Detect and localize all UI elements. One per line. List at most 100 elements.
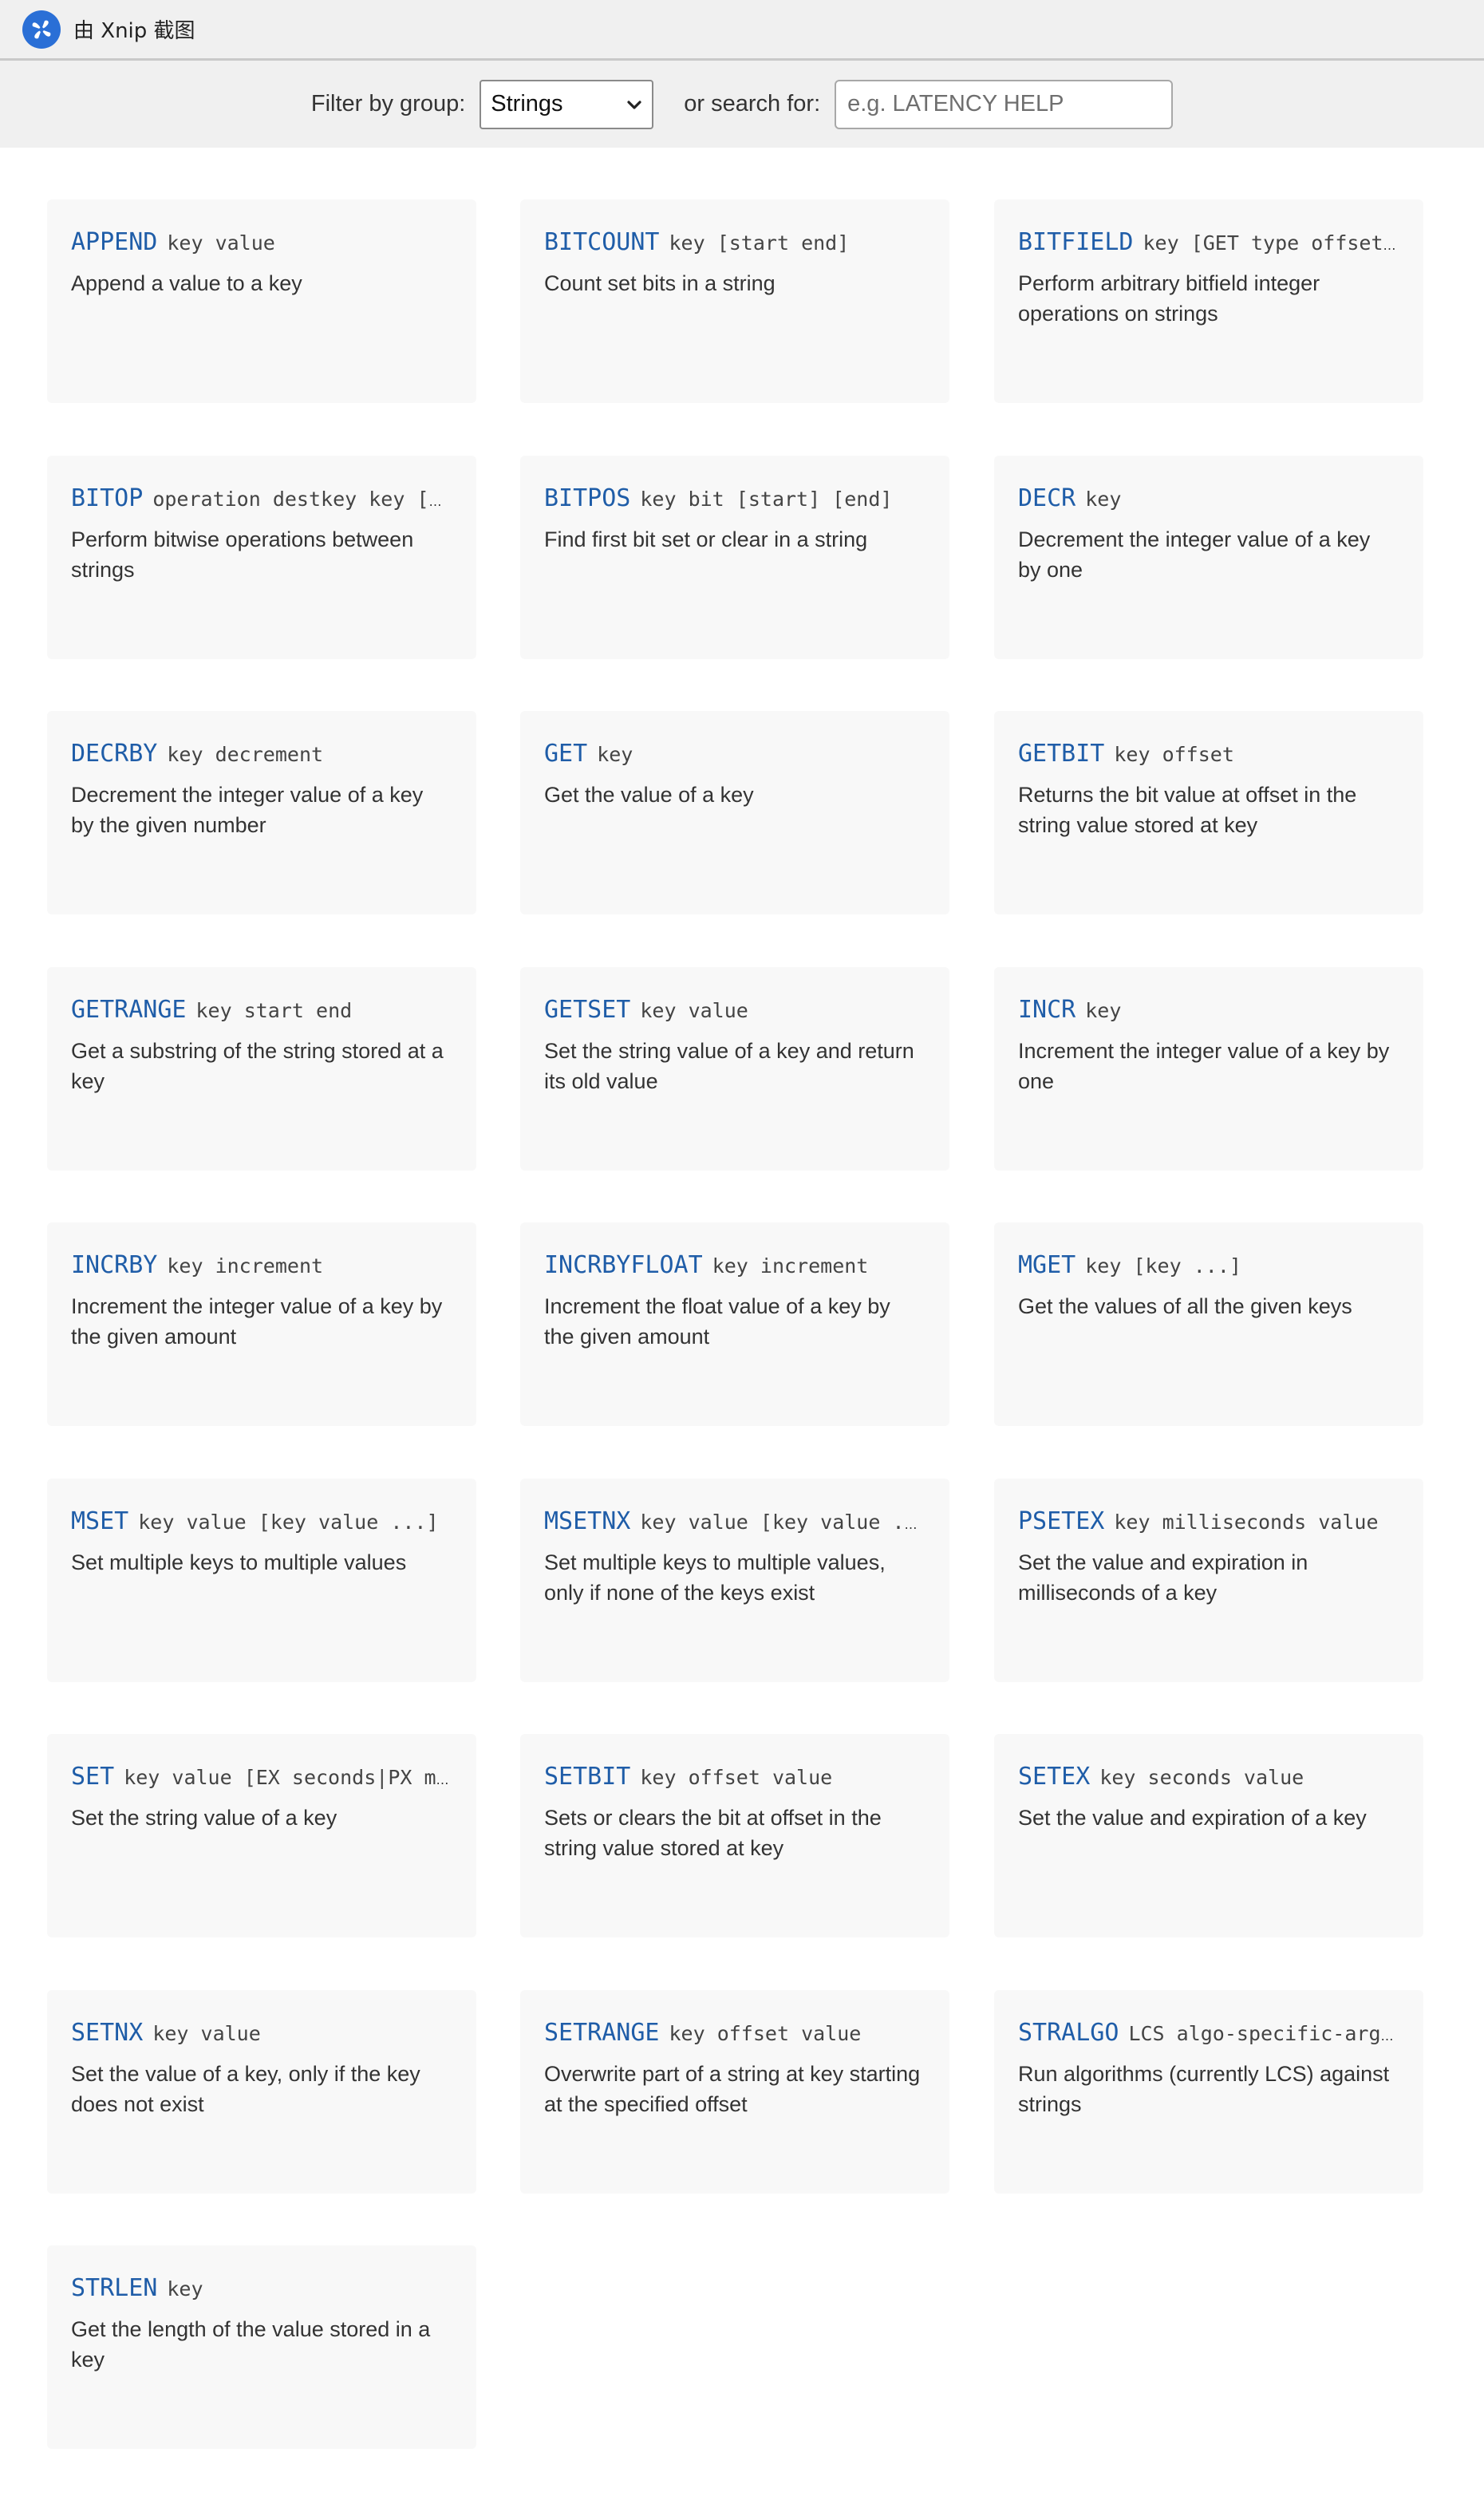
command-card[interactable]: SETNX key value Set the value of a key, on… [47,1990,476,2194]
command-args: key offset [1114,743,1234,766]
command-description: Get the values of all the given keys [1018,1294,1352,1318]
command-name[interactable]: INCRBYFLOAT [544,1251,703,1279]
command-name[interactable]: DECRBY [71,740,157,768]
command-name[interactable]: APPEND [71,228,157,256]
command-header: STRALGO LCS algo-specific-argu… [1018,2019,1399,2049]
command-name[interactable]: DECR [1018,484,1076,512]
command-name[interactable]: SET [71,1763,114,1791]
command-header: SETBIT key offset value [544,1763,926,1793]
command-card[interactable]: BITCOUNT key [start end] Count set bits in… [520,199,949,403]
command-card[interactable]: DECR key Decrement the integer value of a … [994,456,1423,659]
group-select[interactable]: Strings [480,79,654,129]
command-args: key [key ...] [1085,1254,1241,1278]
command-args: key milliseconds value [1114,1511,1379,1534]
command-name[interactable]: STRALGO [1018,2019,1119,2047]
command-args: key seconds value [1099,1766,1304,1789]
command-description: Increment the float value of a key by th… [544,1294,890,1349]
command-header: INCRBYFLOAT key increment [544,1251,926,1282]
command-args: key [1085,999,1122,1022]
command-name[interactable]: BITPOS [544,484,630,512]
command-name[interactable]: GETBIT [1018,740,1104,768]
command-name[interactable]: PSETEX [1018,1507,1104,1535]
command-name[interactable]: INCR [1018,996,1076,1024]
command-header: DECRBY key decrement [71,740,452,770]
command-args: key value [167,231,275,255]
search-input[interactable] [835,79,1174,129]
command-description: Perform bitwise operations between strin… [71,527,414,582]
command-args: key offset value [669,2022,862,2045]
command-description: Decrement the integer value of a key by … [71,783,424,837]
command-args: key value [640,999,748,1022]
command-card[interactable]: MGET key [key ...] Get the values of all t… [994,1222,1423,1426]
command-description: Count set bits in a string [544,271,776,295]
group-select-value: Strings [491,91,563,117]
command-name[interactable]: BITFIELD [1018,228,1134,256]
command-description: Set multiple keys to multiple values [71,1550,407,1574]
command-card[interactable]: PSETEX key milliseconds value Set the valu… [994,1479,1423,1682]
command-name[interactable]: MGET [1018,1251,1076,1279]
command-card[interactable]: INCRBY key increment Increment the integer… [47,1222,476,1426]
command-description: Increment the integer value of a key by … [71,1294,443,1349]
command-args: key [167,2277,203,2301]
command-card[interactable]: SETBIT key offset value Sets or clears the… [520,1734,949,1937]
command-args: key start end [195,999,353,1022]
command-card[interactable]: GETRANGE key start end Get a substring of … [47,967,476,1171]
command-card[interactable]: BITFIELD key [GET type offset]… Perform ar… [994,199,1423,403]
command-description: Overwrite part of a string at key starti… [544,2062,921,2116]
command-card[interactable]: SETRANGE key offset value Overwrite part o… [520,1990,949,2194]
command-args: key [1085,488,1122,511]
xnip-logo-icon[interactable] [22,10,61,49]
command-card[interactable]: BITOP operation destkey key [k… Perform bi… [47,456,476,659]
command-name[interactable]: INCRBY [71,1251,157,1279]
command-description: Returns the bit value at offset in the s… [1018,783,1357,837]
command-description: Get the value of a key [544,783,754,807]
command-card[interactable]: DECRBY key decrement Decrement the integer… [47,711,476,914]
command-description: Get a substring of the string stored at … [71,1039,444,1093]
command-args: key value [EX seconds|PX mi… [124,1766,452,1789]
command-name[interactable]: MSET [71,1507,128,1535]
command-card[interactable]: SET key value [EX seconds|PX mi… Set the s… [47,1734,476,1937]
command-header: GETRANGE key start end [71,996,452,1026]
command-name[interactable]: SETBIT [544,1763,630,1791]
command-header: MSETNX key value [key value ...… [544,1507,926,1538]
command-card[interactable]: GETSET key value Set the string value of a… [520,967,949,1171]
command-description: Set the value and expiration in millisec… [1018,1550,1308,1605]
command-name[interactable]: GETSET [544,996,630,1024]
command-header: SETRANGE key offset value [544,2019,926,2049]
command-description: Set the value of a key, only if the key … [71,2062,420,2116]
command-args: key offset value [640,1766,833,1789]
command-description: Set the string value of a key and return… [544,1039,914,1093]
command-name[interactable]: BITCOUNT [544,228,660,256]
command-args: key [start end] [669,231,850,255]
filter-group-label: Filter by group: [310,91,466,117]
command-card[interactable]: SETEX key seconds value Set the value and … [994,1734,1423,1937]
command-args: operation destkey key [k… [152,488,452,511]
command-card[interactable]: GETBIT key offset Returns the bit value at… [994,711,1423,914]
command-card[interactable]: INCRBYFLOAT key increment Increment the fl… [520,1222,949,1426]
command-description: Sets or clears the bit at offset in the … [544,1806,882,1860]
command-card[interactable]: MSETNX key value [key value ...… Set multi… [520,1479,949,1682]
command-header: PSETEX key milliseconds value [1018,1507,1399,1538]
command-card[interactable]: INCR key Increment the integer value of a … [994,967,1423,1171]
command-name[interactable]: STRLEN [71,2274,157,2302]
xnip-title-bar: 由 Xnip 截图 [0,0,1484,61]
command-card[interactable]: STRALGO LCS algo-specific-argu… Run algori… [994,1990,1423,2194]
command-args: LCS algo-specific-argu… [1128,2022,1399,2045]
command-card[interactable]: MSET key value [key value ...] Set multipl… [47,1479,476,1682]
command-card[interactable]: APPEND key value Append a value to a key [47,199,476,403]
command-name[interactable]: GETRANGE [71,996,187,1024]
command-header: STRLEN key [71,2274,452,2304]
command-description: Run algorithms (currently LCS) against s… [1018,2062,1390,2116]
command-card[interactable]: GET key Get the value of a key [520,711,949,914]
command-grid: APPEND key value Append a value to a key BI… [0,148,1484,2449]
command-name[interactable]: MSETNX [544,1507,630,1535]
command-card[interactable]: STRLEN key Get the length of the value sto… [47,2245,476,2449]
command-name[interactable]: GET [544,740,587,768]
command-header: MGET key [key ...] [1018,1251,1399,1282]
command-name[interactable]: SETNX [71,2019,143,2047]
command-name[interactable]: SETEX [1018,1763,1090,1791]
command-name[interactable]: SETRANGE [544,2019,660,2047]
command-name[interactable]: BITOP [71,484,143,512]
command-card[interactable]: BITPOS key bit [start] [end] Find first bi… [520,456,949,659]
command-args: key value [key value ...… [640,1511,926,1534]
